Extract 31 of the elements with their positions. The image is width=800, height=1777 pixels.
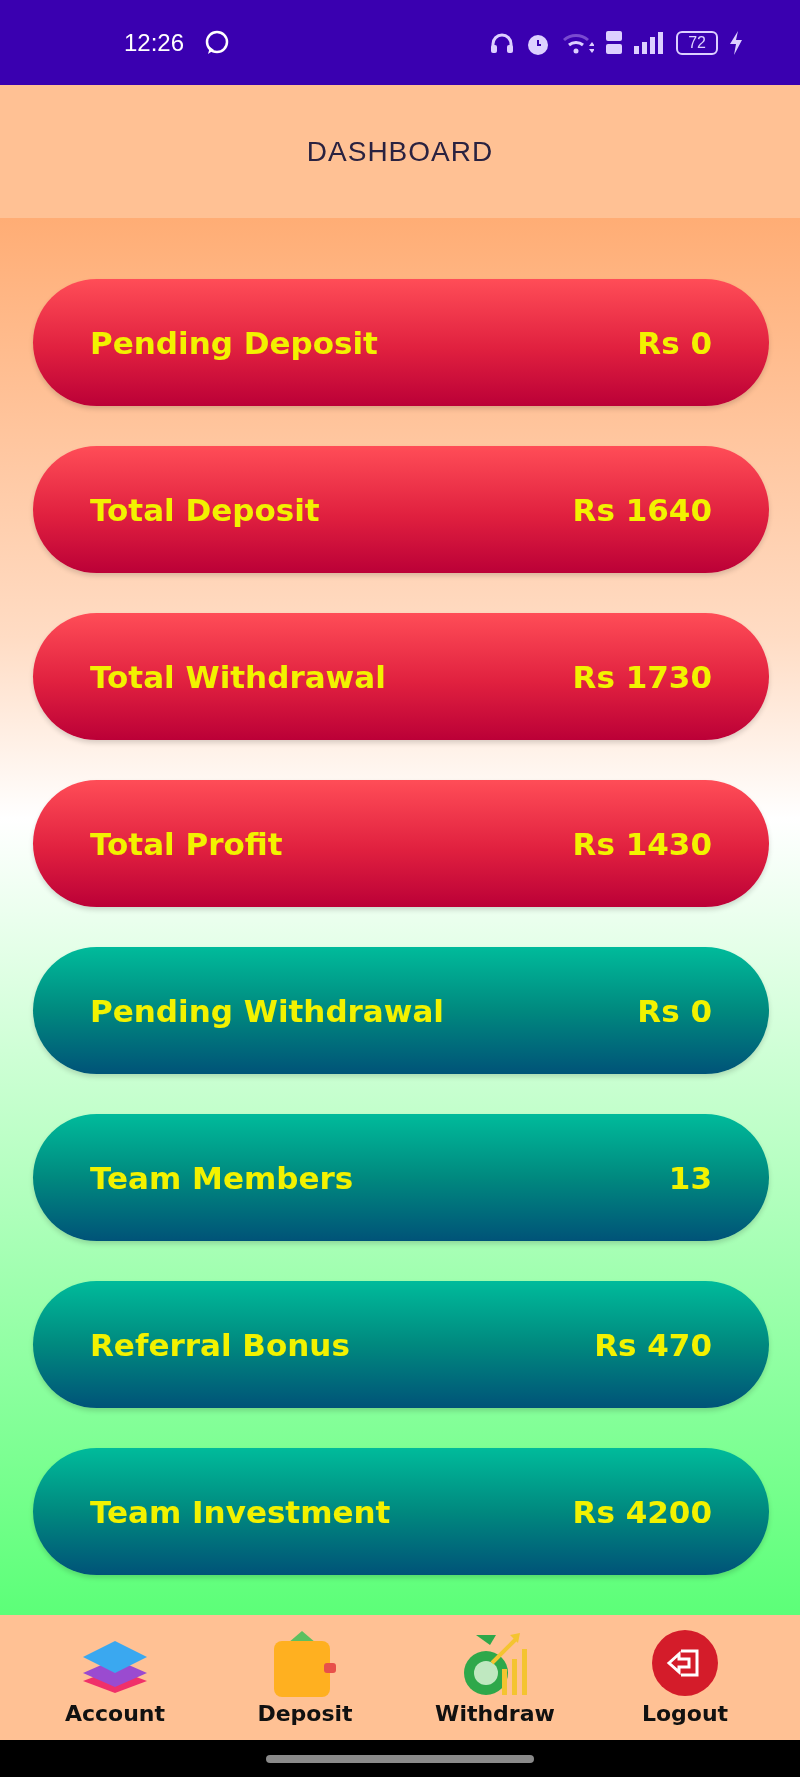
stat-label: Total Profit xyxy=(90,825,283,862)
stat-value: Rs 4200 xyxy=(572,1493,712,1530)
nav-item[interactable]: Deposit xyxy=(230,1629,380,1726)
headphones-icon xyxy=(490,31,515,54)
charging-icon xyxy=(730,30,742,55)
stat-label: Total Withdrawal xyxy=(90,658,386,695)
battery-indicator: 72 xyxy=(676,30,718,55)
stat-label: Pending Deposit xyxy=(90,324,378,361)
wallet-icon xyxy=(272,1629,338,1697)
stat-label: Pending Withdrawal xyxy=(90,992,444,1029)
stat-value: Rs 1430 xyxy=(572,825,712,862)
nav-item[interactable]: Account xyxy=(40,1629,190,1726)
logout-icon xyxy=(651,1629,719,1697)
stat-value: Rs 470 xyxy=(594,1326,712,1363)
page-title: DASHBOARD xyxy=(306,135,494,168)
stat-label: Team Members xyxy=(90,1159,354,1196)
stat-value: Rs 1730 xyxy=(572,658,712,695)
stat-value: 13 xyxy=(668,1159,712,1196)
stat-value: Rs 1640 xyxy=(572,491,712,528)
nav-item[interactable]: Logout xyxy=(610,1629,760,1726)
home-indicator[interactable] xyxy=(266,1754,534,1763)
stat-label: Referral Bonus xyxy=(90,1326,350,1363)
clock-time: 12:26 xyxy=(124,28,185,57)
stat-label: Total Deposit xyxy=(90,491,320,528)
nav-item[interactable]: Withdraw xyxy=(420,1629,570,1726)
signal-icon xyxy=(634,31,665,54)
stat-value: Rs 0 xyxy=(637,992,712,1029)
stat-value: Rs 0 xyxy=(637,324,712,361)
wifi-icon xyxy=(562,31,595,54)
chat-icon xyxy=(204,29,231,56)
stat-label: Team Investment xyxy=(90,1493,391,1530)
